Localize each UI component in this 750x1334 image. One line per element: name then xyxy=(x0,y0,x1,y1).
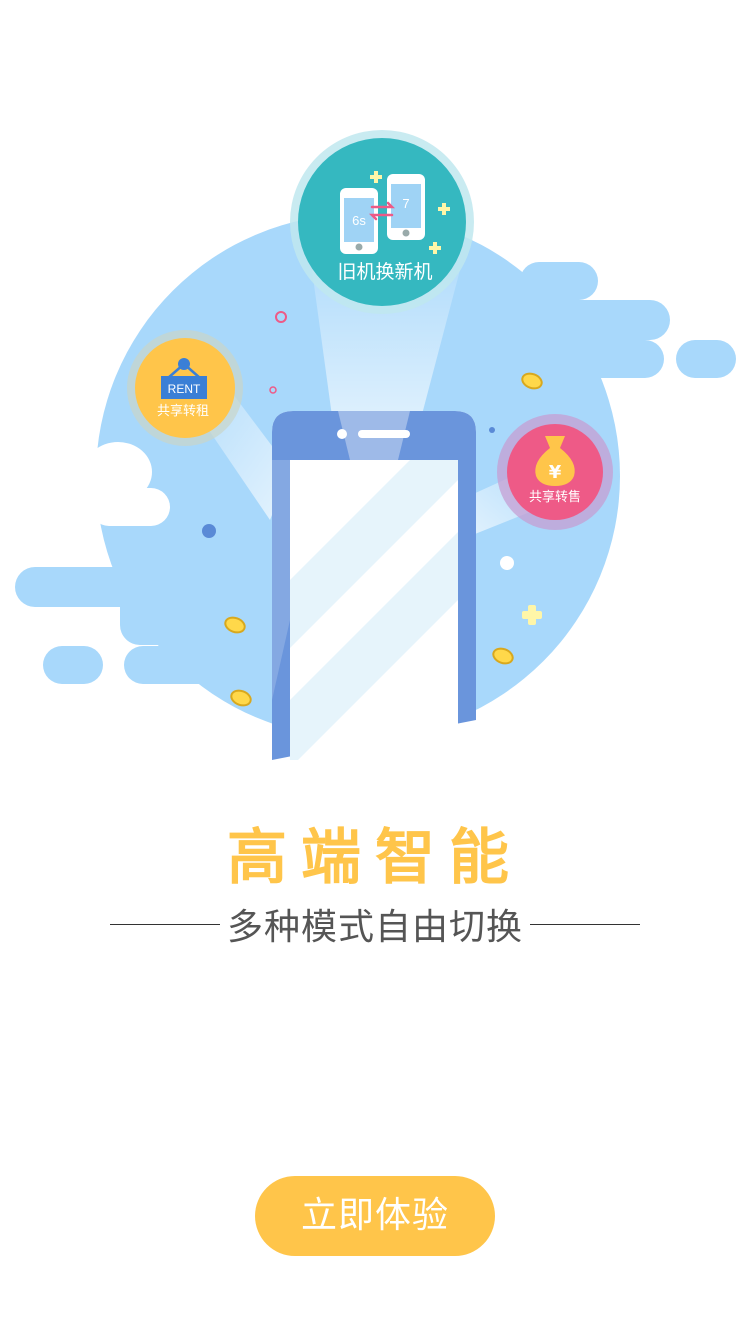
rent-label: 共享转租 xyxy=(157,403,209,419)
trade-in-badge[interactable]: 6s 7 旧机换新机 xyxy=(290,130,474,314)
try-now-button[interactable]: 立即体验 xyxy=(255,1176,495,1256)
hero-illustration: 6s 7 旧机换新机 RENT 共享转租 ¥ 共享转售 xyxy=(15,130,736,760)
new-phone-model: 7 xyxy=(402,196,409,211)
old-phone-model: 6s xyxy=(352,213,366,228)
right-divider xyxy=(529,923,640,925)
rent-badge[interactable]: RENT 共享转租 xyxy=(127,330,243,446)
phone-illustration xyxy=(272,411,476,760)
left-divider xyxy=(110,923,220,925)
old-phone-icon: 6s xyxy=(340,188,378,254)
page-title: 高端智能 xyxy=(227,823,523,893)
currency-symbol: ¥ xyxy=(549,462,562,483)
trade-in-label: 旧机换新机 xyxy=(337,261,432,283)
sell-badge[interactable]: ¥ 共享转售 xyxy=(497,414,613,530)
subtitle-row: 多种模式自由切换 xyxy=(110,900,640,948)
page-subtitle: 多种模式自由切换 xyxy=(226,907,523,948)
sell-label: 共享转售 xyxy=(529,489,581,505)
rent-sign-text: RENT xyxy=(168,382,201,396)
